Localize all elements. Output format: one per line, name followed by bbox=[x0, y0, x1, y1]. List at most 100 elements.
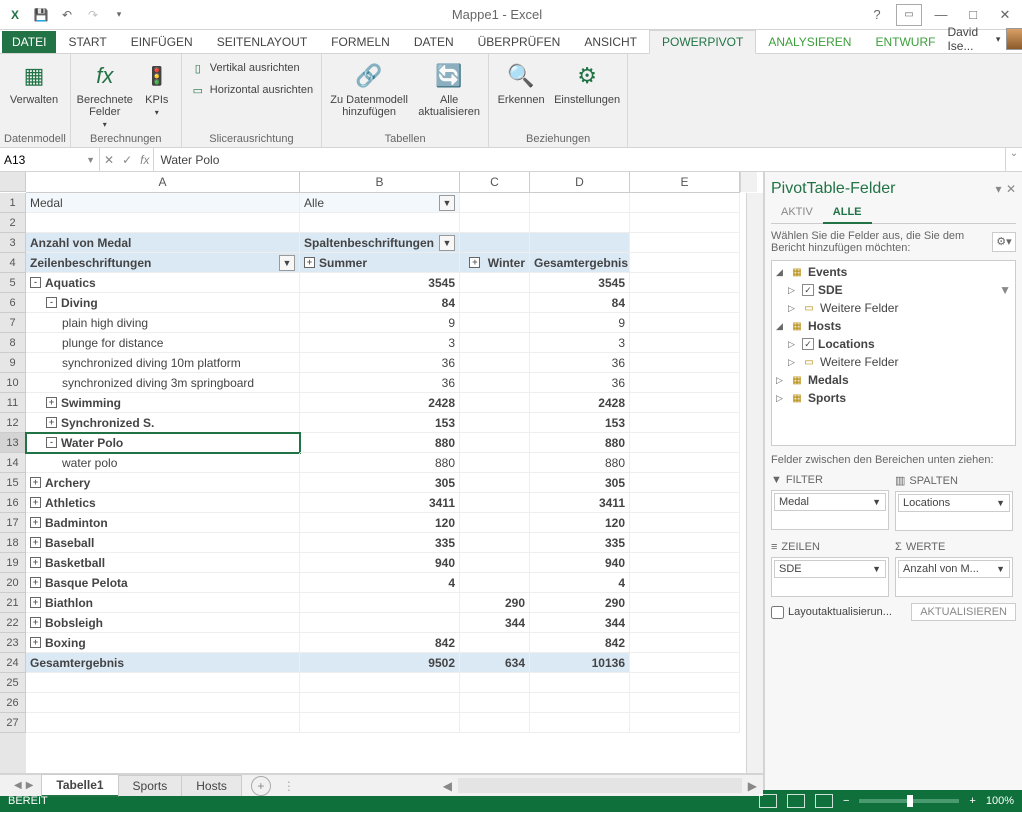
cell[interactable] bbox=[630, 453, 740, 473]
manage-button[interactable]: ▦ Verwalten bbox=[4, 58, 64, 108]
cell[interactable]: +Summer bbox=[300, 253, 460, 273]
tri-right-icon[interactable]: ▷ bbox=[788, 357, 798, 368]
cell[interactable] bbox=[630, 433, 740, 453]
tab-formulas[interactable]: FORMELN bbox=[319, 31, 402, 53]
cell[interactable] bbox=[630, 193, 740, 213]
save-icon[interactable]: 💾 bbox=[30, 4, 52, 26]
cell[interactable] bbox=[630, 493, 740, 513]
val-item-count[interactable]: Anzahl von M...▼ bbox=[898, 560, 1010, 578]
fp-tab-aktiv[interactable]: AKTIV bbox=[771, 202, 823, 223]
cell[interactable] bbox=[460, 193, 530, 213]
tree-more-events[interactable]: Weitere Felder bbox=[820, 301, 898, 315]
cell[interactable]: plain high diving bbox=[26, 313, 300, 333]
checkbox-checked-icon[interactable]: ✓ bbox=[802, 338, 814, 350]
cell[interactable] bbox=[460, 213, 530, 233]
cell[interactable] bbox=[630, 653, 740, 673]
cell[interactable]: 36 bbox=[530, 353, 630, 373]
cell[interactable] bbox=[630, 553, 740, 573]
cell[interactable] bbox=[630, 533, 740, 553]
row-header[interactable]: 11 bbox=[0, 393, 26, 413]
cell[interactable]: 290 bbox=[460, 593, 530, 613]
field-pane-close-icon[interactable]: ✕ bbox=[1006, 182, 1016, 196]
cell[interactable]: 9 bbox=[300, 313, 460, 333]
cell[interactable] bbox=[300, 613, 460, 633]
cell[interactable] bbox=[460, 553, 530, 573]
cell[interactable] bbox=[630, 413, 740, 433]
zoom-level[interactable]: 100% bbox=[986, 795, 1014, 807]
row-header[interactable]: 10 bbox=[0, 373, 26, 393]
cell[interactable]: 880 bbox=[300, 453, 460, 473]
outline-toggle-icon[interactable]: + bbox=[30, 477, 41, 488]
row-header[interactable]: 25 bbox=[0, 673, 26, 693]
cell[interactable] bbox=[630, 233, 740, 253]
cell[interactable]: 9502 bbox=[300, 653, 460, 673]
cell[interactable] bbox=[630, 633, 740, 653]
cell[interactable] bbox=[460, 693, 530, 713]
outline-toggle-icon[interactable]: + bbox=[30, 637, 41, 648]
cell[interactable]: +Badminton bbox=[26, 513, 300, 533]
formula-expand-icon[interactable]: ⌄ bbox=[1005, 148, 1022, 171]
cell[interactable]: +Basketball bbox=[26, 553, 300, 573]
row-header[interactable]: 20 bbox=[0, 573, 26, 593]
user-name[interactable]: David Ise... bbox=[947, 25, 989, 53]
tri-right-icon[interactable]: ▷ bbox=[776, 393, 786, 404]
tab-insert[interactable]: EINFÜGEN bbox=[119, 31, 205, 53]
cell[interactable] bbox=[630, 613, 740, 633]
calc-fields-button[interactable]: fx Berechnete Felder ▾ bbox=[75, 58, 135, 131]
row-header[interactable]: 15 bbox=[0, 473, 26, 493]
cell[interactable] bbox=[630, 713, 740, 733]
cell[interactable] bbox=[460, 333, 530, 353]
row-header[interactable]: 17 bbox=[0, 513, 26, 533]
row-header[interactable]: 6 bbox=[0, 293, 26, 313]
hscroll-left-icon[interactable]: ◀ bbox=[437, 779, 458, 793]
outline-toggle-icon[interactable]: - bbox=[46, 297, 57, 308]
outline-toggle-icon[interactable]: + bbox=[30, 577, 41, 588]
tab-pagelayout[interactable]: SEITENLAYOUT bbox=[205, 31, 319, 53]
cell[interactable]: synchronized diving 10m platform bbox=[26, 353, 300, 373]
outline-toggle-icon[interactable]: + bbox=[30, 497, 41, 508]
tree-more-hosts[interactable]: Weitere Felder bbox=[820, 355, 898, 369]
cell[interactable] bbox=[460, 473, 530, 493]
tab-start[interactable]: START bbox=[56, 31, 118, 53]
fp-tools-button[interactable]: ⚙▾ bbox=[992, 232, 1016, 252]
cell[interactable] bbox=[630, 693, 740, 713]
cell[interactable]: Gesamtergebnis bbox=[26, 653, 300, 673]
cell[interactable] bbox=[630, 353, 740, 373]
cell[interactable] bbox=[630, 253, 740, 273]
cell[interactable] bbox=[460, 573, 530, 593]
cell[interactable]: 10136 bbox=[530, 653, 630, 673]
cell[interactable]: 3545 bbox=[300, 273, 460, 293]
outline-toggle-icon[interactable]: + bbox=[30, 557, 41, 568]
cell[interactable] bbox=[460, 513, 530, 533]
cell[interactable] bbox=[460, 453, 530, 473]
maximize-icon[interactable]: □ bbox=[960, 4, 986, 26]
name-box-input[interactable] bbox=[4, 153, 74, 167]
tab-view[interactable]: ANSICHT bbox=[572, 31, 649, 53]
cell[interactable] bbox=[630, 293, 740, 313]
refresh-all-button[interactable]: 🔄 Alle aktualisieren bbox=[414, 58, 484, 120]
cell[interactable] bbox=[460, 313, 530, 333]
tri-right-icon[interactable]: ▷ bbox=[788, 339, 798, 350]
cell[interactable]: 84 bbox=[530, 293, 630, 313]
align-horizontal-button[interactable]: ▭Horizontal ausrichten bbox=[186, 80, 317, 100]
cell[interactable]: synchronized diving 3m springboard bbox=[26, 373, 300, 393]
add-sheet-button[interactable]: + bbox=[251, 776, 271, 796]
help-icon[interactable]: ? bbox=[864, 4, 890, 26]
horizontal-scrollbar[interactable] bbox=[458, 778, 742, 793]
cell[interactable]: 9 bbox=[530, 313, 630, 333]
cell[interactable]: +Bobsleigh bbox=[26, 613, 300, 633]
row-header[interactable]: 19 bbox=[0, 553, 26, 573]
cell[interactable] bbox=[630, 313, 740, 333]
cell[interactable] bbox=[460, 293, 530, 313]
outline-toggle-icon[interactable]: + bbox=[46, 397, 57, 408]
checkbox-checked-icon[interactable]: ✓ bbox=[802, 284, 814, 296]
cell[interactable] bbox=[460, 493, 530, 513]
namebox-dropdown-icon[interactable]: ▼ bbox=[86, 155, 95, 165]
fx-button-icon[interactable]: fx bbox=[140, 153, 149, 167]
sheet-tab-sports[interactable]: Sports bbox=[118, 775, 183, 796]
cell[interactable]: 2428 bbox=[530, 393, 630, 413]
outline-toggle-icon[interactable]: + bbox=[30, 537, 41, 548]
sheet-nav-prev-icon[interactable]: ◀ bbox=[14, 780, 22, 791]
cell[interactable] bbox=[530, 693, 630, 713]
rows-area[interactable]: SDE▼ bbox=[771, 557, 889, 597]
